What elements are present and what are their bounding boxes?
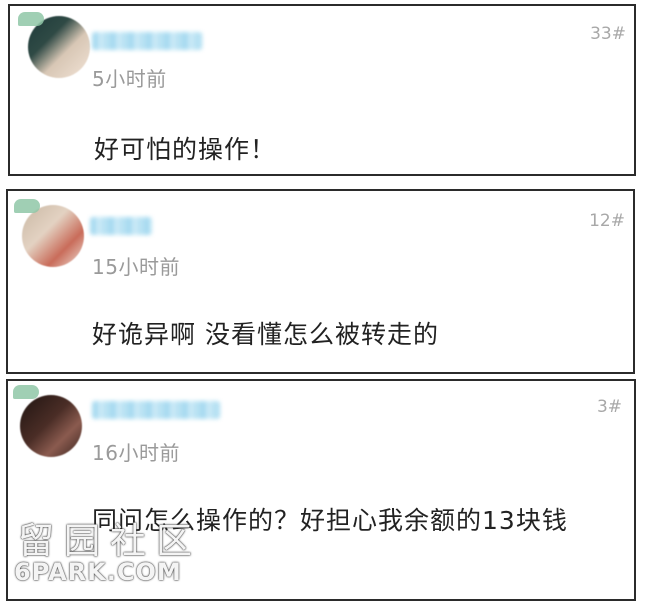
avatar-badge-icon xyxy=(18,12,44,26)
comment-time: 5小时前 xyxy=(92,67,167,91)
comment-card: 5小时前 33# 好可怕的操作！ xyxy=(8,4,636,176)
watermark-chinese: 留园社区 xyxy=(18,521,203,562)
comment-text: 好可怕的操作！ xyxy=(94,135,277,164)
username-blurred[interactable] xyxy=(92,401,220,419)
username-blurred[interactable] xyxy=(92,32,202,50)
floor-number: 33# xyxy=(590,24,626,44)
comment-card: 15小时前 12# 好诡异啊 没看懂怎么被转走的 xyxy=(6,189,635,374)
avatar-badge-icon xyxy=(13,385,39,399)
comment-time: 16小时前 xyxy=(92,441,180,465)
avatar-badge-icon xyxy=(14,199,40,213)
username-blurred[interactable] xyxy=(90,217,152,235)
avatar[interactable] xyxy=(20,395,82,457)
comment-text: 好诡异啊 没看懂怎么被转走的 xyxy=(92,320,439,349)
watermark-domain: 6PARK.COM xyxy=(14,558,182,586)
watermark: 留园社区 6PARK.COM xyxy=(14,512,192,598)
avatar[interactable] xyxy=(22,205,84,267)
floor-number: 3# xyxy=(596,397,622,417)
floor-number: 12# xyxy=(589,211,625,231)
comment-time: 15小时前 xyxy=(92,255,180,279)
